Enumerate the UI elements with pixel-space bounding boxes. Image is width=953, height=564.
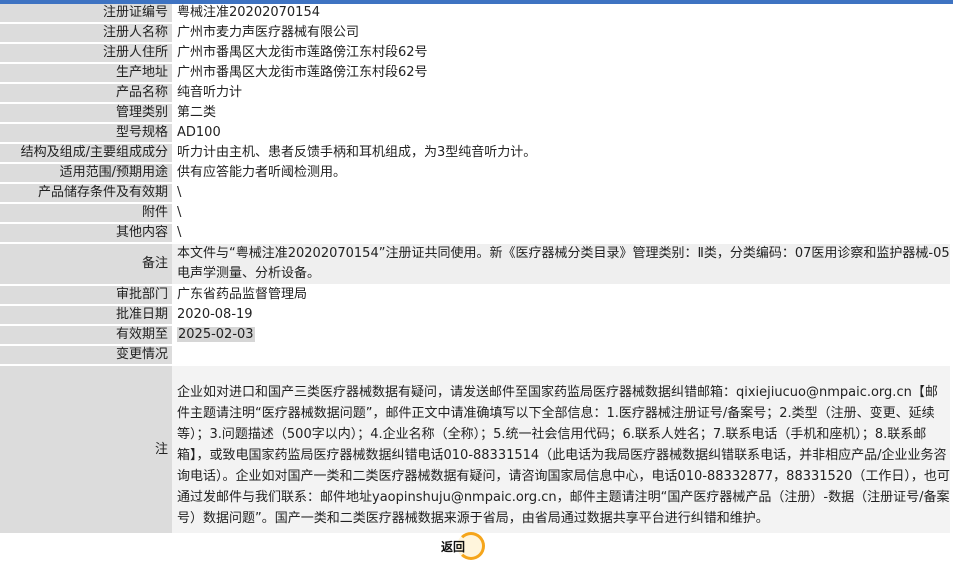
label-note: 注 [0, 365, 172, 535]
label-management-category: 管理类别 [0, 103, 172, 124]
value-registrant-address: 广州市番禺区大龙街市莲路傍江东村段62号 [172, 43, 950, 64]
label-approval-department: 审批部门 [0, 285, 172, 306]
row-attachments: 附件 \ [0, 203, 950, 224]
value-note: 企业如对进口和国产三类医疗器械数据有疑问，请发送邮件至国家药监局医疗器械数据纠错… [172, 365, 950, 535]
value-change-status [172, 345, 950, 366]
value-intended-use: 供有应答能力者听阈检测用。 [172, 163, 950, 184]
row-intended-use: 适用范围/预期用途 供有应答能力者听阈检测用。 [0, 163, 950, 184]
row-production-address: 生产地址 广州市番禺区大龙街市莲路傍江东村段62号 [0, 63, 950, 84]
value-structure-composition: 听力计由主机、患者反馈手柄和耳机组成，为3型纯音听力计。 [172, 143, 950, 164]
value-approval-date: 2020-08-19 [172, 305, 950, 326]
label-storage-conditions: 产品储存条件及有效期 [0, 183, 172, 204]
row-management-category: 管理类别 第二类 [0, 103, 950, 124]
label-remarks: 备注 [0, 243, 172, 286]
value-production-address: 广州市番禺区大龙街市莲路傍江东村段62号 [172, 63, 950, 84]
row-product-name: 产品名称 纯音听力计 [0, 83, 950, 104]
row-other-content: 其他内容 \ [0, 223, 950, 244]
value-approval-department: 广东省药品监督管理局 [172, 285, 950, 306]
value-other-content: \ [172, 223, 950, 244]
row-registrant-address: 注册人住所 广州市番禺区大龙街市莲路傍江东村段62号 [0, 43, 950, 64]
value-valid-until-cell: 2025-02-03 [172, 325, 950, 346]
row-model-spec: 型号规格 AD100 [0, 123, 950, 144]
label-approval-date: 批准日期 [0, 305, 172, 326]
value-management-category: 第二类 [172, 103, 950, 124]
label-production-address: 生产地址 [0, 63, 172, 84]
back-button[interactable]: 返回 [439, 531, 491, 561]
row-registration-number: 注册证编号 粤械注准20202070154 [0, 4, 950, 24]
label-valid-until: 有效期至 [0, 325, 172, 346]
back-button-label: 返回 [441, 539, 466, 554]
value-storage-conditions: \ [172, 183, 950, 204]
value-remarks: 本文件与“粤械注准20202070154”注册证共同使用。新《医疗器械分类目录》… [172, 243, 950, 286]
row-storage-conditions: 产品储存条件及有效期 \ [0, 183, 950, 204]
label-registration-number: 注册证编号 [0, 4, 172, 24]
label-product-name: 产品名称 [0, 83, 172, 104]
back-button-area: 返回 [0, 528, 950, 564]
label-model-spec: 型号规格 [0, 123, 172, 144]
row-remarks: 备注 本文件与“粤械注准20202070154”注册证共同使用。新《医疗器械分类… [0, 243, 950, 286]
label-intended-use: 适用范围/预期用途 [0, 163, 172, 184]
registration-detail-table: 注册证编号 粤械注准20202070154 注册人名称 广州市麦力声医疗器械有限… [0, 4, 950, 535]
row-change-status: 变更情况 [0, 345, 950, 366]
value-attachments: \ [172, 203, 950, 224]
value-product-name: 纯音听力计 [172, 83, 950, 104]
label-registrant-address: 注册人住所 [0, 43, 172, 64]
label-change-status: 变更情况 [0, 345, 172, 366]
row-registrant-name: 注册人名称 广州市麦力声医疗器械有限公司 [0, 23, 950, 44]
row-valid-until: 有效期至 2025-02-03 [0, 325, 950, 346]
row-approval-date: 批准日期 2020-08-19 [0, 305, 950, 326]
row-structure-composition: 结构及组成/主要组成成分 听力计由主机、患者反馈手柄和耳机组成，为3型纯音听力计… [0, 143, 950, 164]
label-other-content: 其他内容 [0, 223, 172, 244]
value-registrant-name: 广州市麦力声医疗器械有限公司 [172, 23, 950, 44]
label-attachments: 附件 [0, 203, 172, 224]
label-registrant-name: 注册人名称 [0, 23, 172, 44]
row-note: 注 企业如对进口和国产三类医疗器械数据有疑问，请发送邮件至国家药监局医疗器械数据… [0, 365, 950, 535]
value-registration-number: 粤械注准20202070154 [172, 4, 950, 24]
row-approval-department: 审批部门 广东省药品监督管理局 [0, 285, 950, 306]
value-valid-until: 2025-02-03 [177, 327, 255, 342]
label-structure-composition: 结构及组成/主要组成成分 [0, 143, 172, 164]
value-model-spec: AD100 [172, 123, 950, 144]
